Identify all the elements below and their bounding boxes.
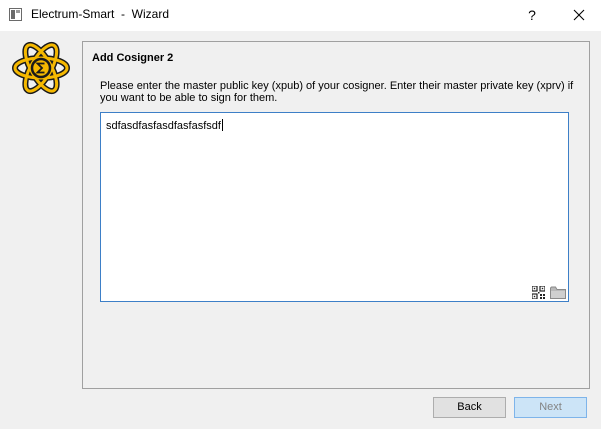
electrum-smart-logo bbox=[11, 39, 71, 97]
master-key-input[interactable]: sdfasdfasfasdfasfasfsdf bbox=[100, 112, 569, 302]
wizard-window: Electrum-Smart - Wizard ? Add Cosigner 2… bbox=[0, 0, 601, 429]
page-heading: Add Cosigner 2 bbox=[92, 52, 174, 64]
close-icon bbox=[573, 9, 584, 21]
master-key-text: sdfasdfasfasdfasfasfsdf bbox=[106, 120, 221, 132]
qr-scan-button[interactable] bbox=[531, 285, 546, 300]
window-icon bbox=[9, 8, 22, 21]
close-button[interactable] bbox=[556, 0, 601, 31]
instructions-text: Please enter the master public key (xpub… bbox=[100, 80, 574, 104]
title-bar[interactable]: Electrum-Smart - Wizard ? bbox=[0, 0, 601, 31]
next-button[interactable]: Next bbox=[514, 397, 587, 418]
back-button[interactable]: Back bbox=[433, 397, 506, 418]
master-key-value[interactable]: sdfasdfasfasdfasfasfsdf bbox=[106, 119, 223, 132]
load-from-file-button[interactable] bbox=[550, 286, 566, 299]
window-title: Electrum-Smart - Wizard bbox=[31, 7, 170, 21]
content-panel: Add Cosigner 2 Please enter the master p… bbox=[82, 41, 590, 389]
text-caret bbox=[221, 119, 223, 131]
folder-icon bbox=[550, 286, 566, 299]
help-button[interactable]: ? bbox=[515, 0, 549, 31]
qr-code-icon bbox=[531, 285, 546, 300]
